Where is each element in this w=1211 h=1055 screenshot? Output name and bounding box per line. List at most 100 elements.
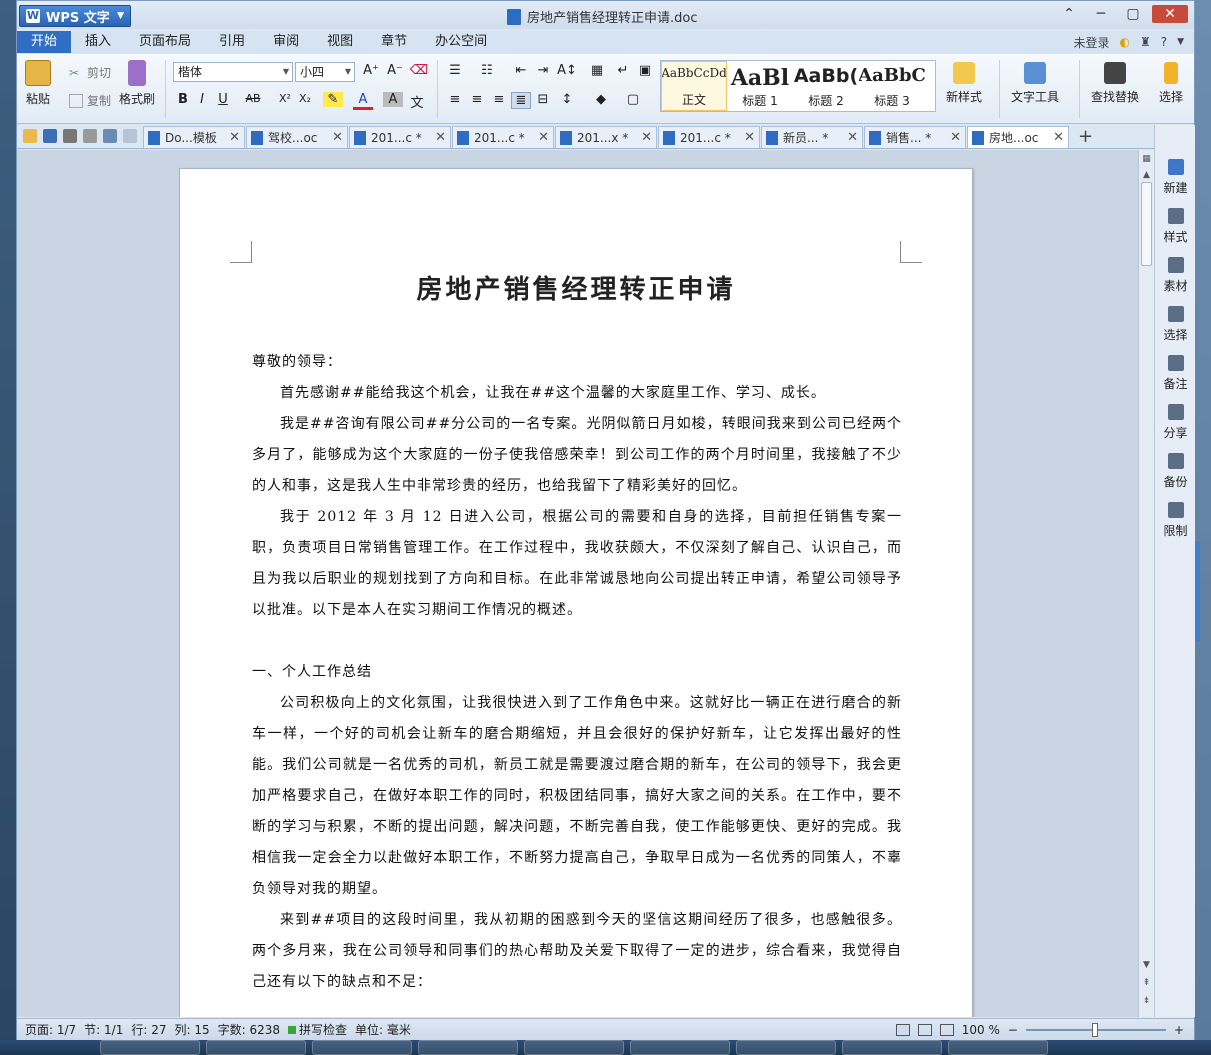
web-view-icon[interactable] bbox=[939, 1023, 954, 1036]
status-unit[interactable]: 单位: 毫米 bbox=[355, 1021, 411, 1038]
doc-tab[interactable]: Do...模板 ✕ bbox=[143, 126, 245, 148]
close-icon[interactable]: ✕ bbox=[950, 130, 961, 145]
zoom-in-button[interactable]: + bbox=[1174, 1023, 1184, 1037]
doc-tab[interactable]: 新员... * ✕ bbox=[761, 126, 863, 148]
doc-tab[interactable]: 201...x * ✕ bbox=[555, 126, 657, 148]
underline-button[interactable]: U bbox=[213, 92, 233, 107]
char-shading-icon[interactable]: A bbox=[383, 92, 403, 107]
italic-button[interactable]: I bbox=[192, 92, 212, 107]
font-color-icon[interactable]: A bbox=[353, 92, 373, 110]
style-heading-3[interactable]: AaBbC 标题 3 bbox=[859, 61, 925, 111]
close-icon[interactable]: ✕ bbox=[1053, 130, 1064, 145]
document-page[interactable]: 房地产销售经理转正申请 尊敬的领导： 首先感谢##能给我这个机会，让我在##这个温… bbox=[179, 168, 973, 1017]
align-center-icon[interactable]: ≡ bbox=[467, 92, 487, 107]
style-normal[interactable]: AaBbCcDd 正文 bbox=[661, 61, 727, 111]
close-icon[interactable]: ✕ bbox=[538, 130, 549, 145]
tab-view[interactable]: 视图 bbox=[313, 31, 367, 53]
next-page-icon[interactable]: ⇟ bbox=[1139, 996, 1154, 1006]
font-size-select[interactable]: 小四 ▼ bbox=[295, 62, 355, 82]
status-page[interactable]: 页面: 1/7 bbox=[25, 1021, 76, 1038]
distributed-icon[interactable]: ⊟ bbox=[533, 92, 553, 107]
superscript-button[interactable]: X² bbox=[275, 92, 295, 105]
zoom-out-button[interactable]: − bbox=[1008, 1023, 1018, 1037]
chevron-down-icon[interactable]: ▼ bbox=[1177, 37, 1184, 47]
tab-insert[interactable]: 插入 bbox=[71, 31, 125, 53]
taskpane-assets[interactable]: 素材 bbox=[1155, 257, 1196, 294]
close-icon[interactable]: ✕ bbox=[229, 130, 240, 145]
print-preview-icon[interactable] bbox=[83, 129, 97, 143]
taskpane-select[interactable]: 选择 bbox=[1155, 306, 1196, 343]
align-right-icon[interactable]: ≡ bbox=[489, 92, 509, 107]
vertical-scrollbar[interactable]: ▦ ▲ ▼ ⇞ ⇟ bbox=[1138, 150, 1154, 1017]
zoom-slider-knob[interactable] bbox=[1091, 1022, 1098, 1037]
fill-color-icon[interactable]: ◆ bbox=[591, 92, 611, 107]
borders-icon[interactable]: ▢ bbox=[623, 92, 643, 107]
print-icon[interactable] bbox=[63, 129, 77, 143]
taskpane-styles[interactable]: 样式 bbox=[1155, 208, 1196, 245]
close-icon[interactable]: ✕ bbox=[641, 130, 652, 145]
tab-chapter[interactable]: 章节 bbox=[367, 31, 421, 53]
justify-icon[interactable]: ≣ bbox=[511, 92, 531, 109]
redo-icon[interactable] bbox=[123, 129, 137, 143]
taskbar-button[interactable] bbox=[206, 1040, 306, 1055]
scroll-up-icon[interactable]: ▲ bbox=[1139, 170, 1154, 180]
taskbar-button[interactable] bbox=[736, 1040, 836, 1055]
line-spacing-icon[interactable]: ↕ bbox=[557, 92, 577, 107]
find-replace-button[interactable]: 查找替换 bbox=[1091, 62, 1139, 105]
new-style-button[interactable]: 新样式 bbox=[946, 62, 982, 105]
close-button[interactable]: ✕ bbox=[1152, 5, 1188, 23]
maximize-button[interactable]: ▢ bbox=[1120, 5, 1146, 23]
doc-tab[interactable]: 销售... * ✕ bbox=[864, 126, 966, 148]
bold-button[interactable]: B bbox=[173, 92, 193, 107]
copy-button[interactable]: 复制 bbox=[69, 92, 111, 109]
font-name-select[interactable]: 楷体 ▼ bbox=[173, 62, 293, 82]
tab-office-space[interactable]: 办公空间 bbox=[421, 31, 501, 53]
align-left-icon[interactable]: ≡ bbox=[445, 92, 465, 107]
doc-tab[interactable]: 201...c * ✕ bbox=[658, 126, 760, 148]
taskbar-button[interactable] bbox=[948, 1040, 1048, 1055]
doc-tab[interactable]: 201...c * ✕ bbox=[349, 126, 451, 148]
numbered-list-icon[interactable]: ☷ bbox=[477, 63, 497, 78]
style-heading-2[interactable]: AaBb( 标题 2 bbox=[793, 61, 859, 111]
minimize-button[interactable]: ─ bbox=[1088, 5, 1114, 23]
show-marks-icon[interactable]: ↵ bbox=[613, 63, 633, 78]
spell-check-toggle[interactable]: 拼写检查 bbox=[288, 1021, 347, 1038]
taskbar-button[interactable] bbox=[630, 1040, 730, 1055]
taskbar-button[interactable] bbox=[524, 1040, 624, 1055]
taskbar-button[interactable] bbox=[418, 1040, 518, 1055]
text-direction-icon[interactable]: A↕ bbox=[557, 63, 577, 78]
new-tab-button[interactable]: + bbox=[1078, 126, 1093, 148]
close-icon[interactable]: ✕ bbox=[847, 130, 858, 145]
format-painter-button[interactable]: 格式刷 bbox=[119, 60, 155, 107]
taskpane-restrict[interactable]: 限制 bbox=[1155, 502, 1196, 539]
cut-button[interactable]: ✂ 剪切 bbox=[69, 64, 111, 81]
tab-page-layout[interactable]: 页面布局 bbox=[125, 31, 205, 53]
tab-home[interactable]: 开始 bbox=[17, 31, 72, 53]
strikethrough-button[interactable]: AB bbox=[243, 92, 263, 105]
taskbar-button[interactable] bbox=[842, 1040, 942, 1055]
shirt-icon[interactable]: ♜ bbox=[1140, 35, 1151, 49]
clear-format-icon[interactable]: ⌫ bbox=[409, 63, 429, 78]
doc-tab[interactable]: 驾校...oc ✕ bbox=[246, 126, 348, 148]
decrease-indent-icon[interactable]: ⇤ bbox=[511, 63, 531, 78]
outline-view-icon[interactable] bbox=[917, 1023, 932, 1036]
style-heading-1[interactable]: AaBl 标题 1 bbox=[727, 61, 793, 111]
bullet-list-icon[interactable]: ☰ bbox=[445, 63, 465, 78]
shrink-font-icon[interactable]: A⁻ bbox=[385, 63, 405, 78]
layout-icon[interactable]: ▣ bbox=[635, 63, 655, 78]
scroll-down-icon[interactable]: ▼ bbox=[1139, 960, 1154, 970]
tab-review[interactable]: 审阅 bbox=[259, 31, 313, 53]
ruler-toggle-icon[interactable]: ▦ bbox=[1139, 154, 1154, 164]
page-view-icon[interactable] bbox=[895, 1023, 910, 1036]
close-icon[interactable]: ✕ bbox=[332, 130, 343, 145]
select-button[interactable]: 选择 bbox=[1159, 62, 1183, 105]
undo-icon[interactable] bbox=[103, 129, 117, 143]
close-icon[interactable]: ✕ bbox=[435, 130, 446, 145]
wps-app-menu-button[interactable]: W WPS 文字 ▼ bbox=[19, 5, 131, 27]
open-icon[interactable] bbox=[23, 129, 37, 143]
taskpane-notes[interactable]: 备注 bbox=[1155, 355, 1196, 392]
increase-indent-icon[interactable]: ⇥ bbox=[533, 63, 553, 78]
skin-icon[interactable]: ◐ bbox=[1119, 35, 1129, 49]
scroll-thumb[interactable] bbox=[1141, 182, 1152, 266]
taskpane-new[interactable]: 新建 bbox=[1155, 159, 1196, 196]
